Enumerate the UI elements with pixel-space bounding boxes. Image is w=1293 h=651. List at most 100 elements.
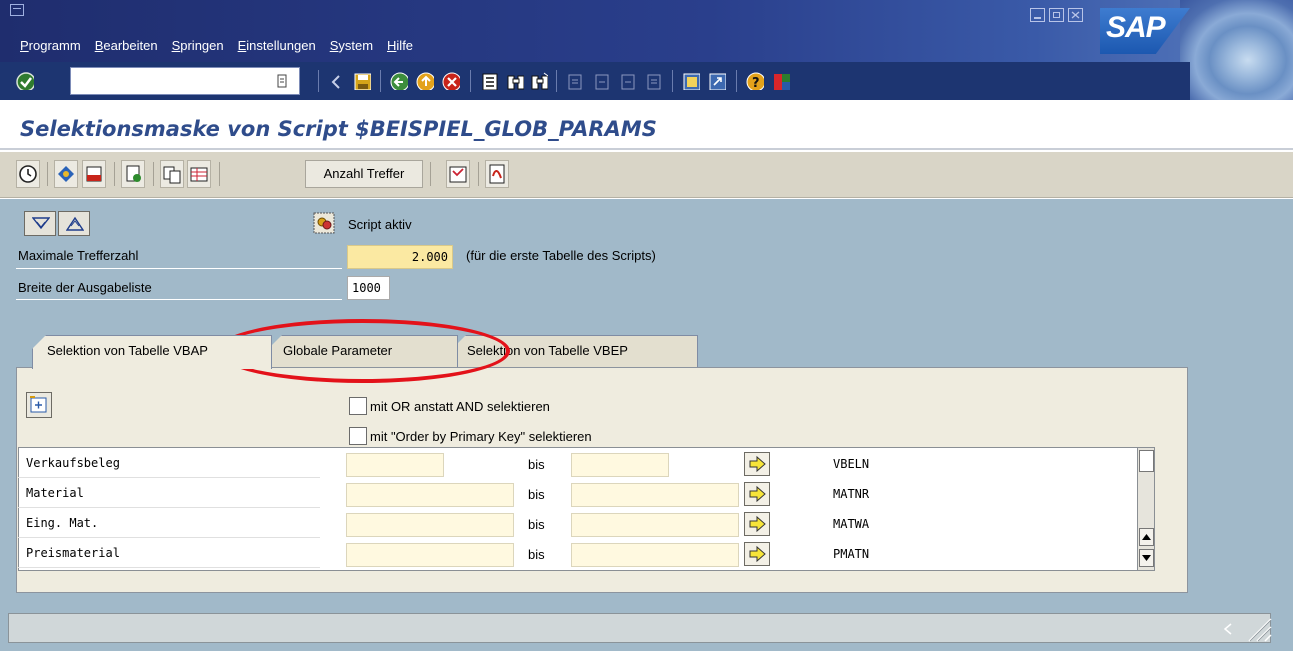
scroll-down-button[interactable] [1139, 549, 1154, 567]
scroll-thumb[interactable] [1139, 450, 1154, 472]
find-icon[interactable] [506, 72, 524, 90]
arrow-right-icon [749, 455, 766, 473]
menu-system[interactable]: System [330, 38, 373, 53]
expand-all-button[interactable] [24, 211, 56, 236]
table-row: Verkaufsbeleg bis VBELN [18, 449, 1135, 479]
multiple-selection-button[interactable] [744, 542, 770, 566]
to-value-input[interactable] [571, 453, 669, 477]
output-width-input[interactable]: 1000 [347, 276, 390, 300]
menu-bearbeiten[interactable]: Bearbeiten [95, 38, 158, 53]
save-variant-icon [86, 166, 102, 182]
print-icon[interactable] [480, 72, 498, 90]
from-value-input[interactable] [346, 513, 514, 537]
find-next-icon[interactable] [530, 72, 548, 90]
menu-programm[interactable]: Programm [20, 38, 81, 53]
from-value-input[interactable] [346, 453, 444, 477]
technical-field-name: PMATN [833, 547, 870, 561]
shortcut-icon[interactable] [708, 72, 726, 90]
output-width-label: Breite der Ausgabeliste [18, 280, 152, 295]
page-title: Selektionsmaske von Script $BEISPIEL_GLO… [20, 117, 657, 141]
save-icon[interactable] [353, 72, 371, 90]
previous-page-icon[interactable] [592, 72, 610, 90]
exit-icon[interactable] [416, 72, 434, 90]
toolbar-separator [318, 70, 319, 92]
status-toggle-icon[interactable] [1220, 621, 1236, 637]
order-by-pk-checkbox[interactable] [349, 427, 367, 445]
tab-selection-vbap[interactable]: Selektion von Tabelle VBAP [32, 335, 272, 369]
toolbar-separator [556, 70, 557, 92]
command-field[interactable] [70, 67, 300, 95]
close-icon[interactable] [1068, 8, 1083, 22]
from-value-input[interactable] [346, 543, 514, 567]
system-menu-icon[interactable] [10, 4, 24, 16]
script-active-icon [313, 212, 335, 234]
maximize-icon[interactable] [1049, 8, 1064, 22]
last-page-icon[interactable] [644, 72, 662, 90]
variant-icon [58, 166, 74, 182]
to-value-input[interactable] [571, 513, 739, 537]
back-arrow-icon[interactable] [330, 73, 348, 91]
row-label: Material [26, 486, 84, 500]
resize-grip-icon[interactable] [1243, 613, 1273, 643]
copy-button[interactable] [160, 160, 184, 188]
create-session-icon[interactable] [682, 72, 700, 90]
triangle-down-icon [1142, 555, 1151, 561]
back-icon[interactable] [390, 72, 408, 90]
execute-button[interactable] [16, 160, 40, 188]
to-value-input[interactable] [571, 543, 739, 567]
pdf-icon [489, 164, 505, 184]
svg-text:?: ? [752, 76, 760, 90]
table-row: Eing. Mat. bis MATWA [18, 509, 1135, 539]
multiple-selection-button[interactable] [744, 512, 770, 536]
expand-icon [32, 217, 50, 230]
row-divider [18, 477, 320, 478]
menu-einstellungen[interactable]: Einstellungen [238, 38, 316, 53]
multiple-selection-button[interactable] [744, 452, 770, 476]
table-icon [190, 167, 208, 182]
hit-count-button[interactable]: Anzahl Treffer [305, 160, 423, 188]
technical-field-name: VBELN [833, 457, 870, 471]
minimize-icon[interactable] [1030, 8, 1045, 22]
toolbar-separator [219, 162, 220, 186]
status-bar [8, 613, 1271, 643]
enter-icon[interactable] [16, 72, 34, 90]
max-hits-note: (für die erste Tabelle des Scripts) [466, 248, 656, 263]
from-value-input[interactable] [346, 483, 514, 507]
table-row: Material bis MATNR [18, 479, 1135, 509]
to-label: bis [528, 517, 545, 532]
multiple-selection-button[interactable] [26, 392, 52, 418]
window-controls [1030, 8, 1083, 22]
export-pdf-button[interactable] [485, 160, 509, 188]
help-icon[interactable]: ? [746, 72, 764, 90]
to-label: bis [528, 457, 545, 472]
table-button[interactable] [187, 160, 211, 188]
row-divider [18, 507, 320, 508]
collapse-all-button[interactable] [58, 211, 90, 236]
execute-icon [19, 165, 37, 183]
selection-options-button[interactable] [446, 160, 470, 188]
selection-options-icon [449, 166, 467, 183]
layout-menu-icon[interactable] [772, 72, 790, 90]
get-variant-button[interactable] [54, 160, 78, 188]
toolbar-separator [380, 70, 381, 92]
toolbar-separator [153, 162, 154, 186]
menu-hilfe[interactable]: Hilfe [387, 38, 413, 53]
program-info-button[interactable] [121, 160, 145, 188]
max-hits-input[interactable]: 2.000 [347, 245, 453, 269]
command-history-icon[interactable] [276, 74, 290, 88]
save-variant-button[interactable] [82, 160, 106, 188]
or-select-checkbox[interactable] [349, 397, 367, 415]
scroll-up-button[interactable] [1139, 528, 1154, 546]
first-page-icon[interactable] [565, 72, 583, 90]
row-divider [18, 537, 320, 538]
max-hits-label: Maximale Trefferzahl [18, 248, 139, 263]
vertical-scrollbar[interactable] [1137, 447, 1155, 571]
multiple-selection-button[interactable] [744, 482, 770, 506]
next-page-icon[interactable] [618, 72, 636, 90]
menu-springen[interactable]: Springen [172, 38, 224, 53]
row-label: Eing. Mat. [26, 516, 99, 530]
toolbar-separator [478, 162, 479, 186]
cancel-icon[interactable] [442, 72, 460, 90]
toolbar-separator [736, 70, 737, 92]
to-value-input[interactable] [571, 483, 739, 507]
